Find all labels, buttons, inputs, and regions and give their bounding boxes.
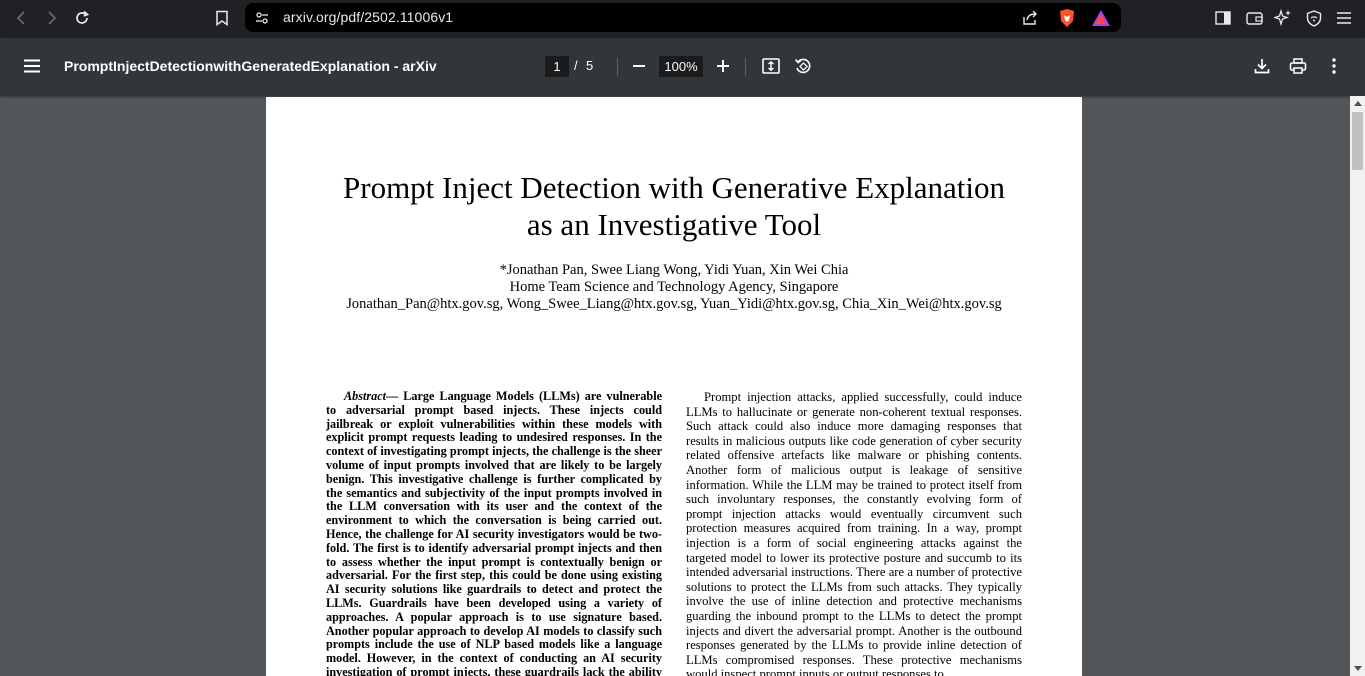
pdf-toolbar: PromptInjectDetectionwithGeneratedExplan…	[0, 38, 1365, 96]
paper-title-line: as an Investigative Tool	[526, 207, 822, 242]
bookmark-icon[interactable]	[209, 5, 235, 31]
paper-emails: Jonathan_Pan@htx.gov.sg, Wong_Swee_Liang…	[346, 296, 1002, 312]
minus-icon[interactable]	[625, 52, 653, 80]
abstract-label: Abstract	[344, 389, 386, 403]
hamburger-icon[interactable]	[18, 52, 46, 80]
page-separator: /	[574, 58, 578, 73]
address-bar[interactable]: arxiv.org/pdf/2502.11006v1	[245, 3, 1121, 32]
browser-top-bar: arxiv.org/pdf/2502.11006v1	[0, 0, 1365, 38]
scroll-up-arrow-icon[interactable]	[1352, 97, 1363, 109]
download-icon[interactable]	[1248, 52, 1276, 80]
share-icon[interactable]	[1019, 7, 1041, 29]
introduction-text: Prompt injection attacks, applied succes…	[686, 390, 1022, 676]
introduction-column: Prompt injection attacks, applied succes…	[686, 390, 1022, 676]
abstract-column: Abstract— Large Language Models (LLMs) a…	[326, 389, 662, 676]
print-icon[interactable]	[1284, 52, 1312, 80]
plus-icon[interactable]	[709, 52, 737, 80]
zoom-level-input[interactable]: 100%	[659, 56, 703, 77]
toolbar-divider	[745, 58, 746, 76]
brave-shields-icon[interactable]	[1056, 7, 1078, 29]
more-vertical-icon[interactable]	[1320, 52, 1348, 80]
pdf-page: Prompt Inject Detection with Generative …	[266, 97, 1082, 676]
brave-rewards-icon[interactable]	[1090, 7, 1112, 29]
leo-ai-icon[interactable]	[1270, 5, 1296, 31]
page-number-input[interactable]: 1	[545, 56, 569, 77]
site-settings-icon[interactable]	[251, 7, 273, 29]
vpn-shield-icon[interactable]	[1301, 5, 1327, 31]
rotate-icon[interactable]	[789, 52, 817, 80]
paper-authors-block: *Jonathan Pan, Swee Liang Wong, Yidi Yua…	[266, 262, 1082, 313]
back-arrow-icon[interactable]	[9, 5, 35, 31]
scrollbar-thumb[interactable]	[1352, 112, 1363, 170]
paper-affiliation: Home Team Science and Technology Agency,…	[509, 279, 839, 295]
reload-icon[interactable]	[69, 5, 95, 31]
toolbar-divider	[617, 58, 618, 76]
abstract-text: — Large Language Models (LLMs) are vulne…	[326, 389, 662, 676]
wallet-icon[interactable]	[1241, 5, 1267, 31]
scrollbar-track[interactable]	[1350, 96, 1365, 676]
page-total: 5	[586, 58, 594, 73]
scroll-down-arrow-icon[interactable]	[1352, 662, 1363, 674]
paper-title: Prompt Inject Detection with Generative …	[266, 169, 1082, 243]
paper-authors: *Jonathan Pan, Swee Liang Wong, Yidi Yua…	[499, 262, 849, 278]
document-title: PromptInjectDetectionwithGeneratedExplan…	[64, 58, 437, 74]
url-text[interactable]: arxiv.org/pdf/2502.11006v1	[283, 9, 453, 25]
forward-arrow-icon[interactable]	[38, 5, 64, 31]
menu-icon[interactable]	[1331, 5, 1357, 31]
sidebar-icon[interactable]	[1210, 5, 1236, 31]
paper-title-line: Prompt Inject Detection with Generative …	[343, 170, 1005, 205]
fit-to-page-icon[interactable]	[757, 52, 785, 80]
